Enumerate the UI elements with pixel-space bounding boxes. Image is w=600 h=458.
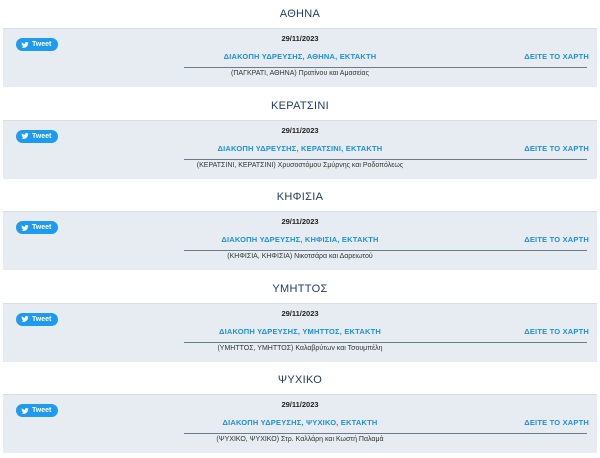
outage-card: Tweet 29/11/2023 ΔΙΑΚΟΠΗ ΥΔΡΕΥΣΗΣ, ΑΘΗΝΑ… — [3, 28, 597, 87]
outage-date: 29/11/2023 — [281, 308, 319, 318]
outage-headline[interactable]: ΔΙΑΚΟΠΗ ΥΔΡΕΥΣΗΣ, ΥΜΗΤΤΟΣ, ΕΚΤΑΚΤΗ — [3, 327, 597, 336]
outage-address: (ΨΥΧΙΚΟ, ΨΥΧΙΚΟ) Στρ. Καλλάρη και Κωστή … — [216, 436, 384, 444]
outage-date: 29/11/2023 — [281, 34, 319, 43]
outage-headline[interactable]: ΔΙΑΚΟΠΗ ΥΔΡΕΥΣΗΣ, ΚΕΡΑΤΣΙΝΙ, ΕΚΤΑΚΤΗ — [3, 144, 597, 153]
see-map-link[interactable]: ΔΕΙΤΕ ΤΟ ΧΑΡΤΗ — [524, 52, 589, 61]
region-keratsini: ΚΕΡΑΤΣΙΝΙ Tweet 29/11/2023 ΔΙΑΚΟΠΗ ΥΔΡΕΥ… — [0, 92, 600, 184]
see-map-link[interactable]: ΔΕΙΤΕ ΤΟ ΧΑΡΤΗ — [524, 418, 589, 427]
see-map-link[interactable]: ΔΕΙΤΕ ΤΟ ΧΑΡΤΗ — [524, 327, 589, 336]
outage-address: (ΚΗΦΙΣΙΑ, ΚΗΦΙΣΙΑ) Νικοτσάρα και Δαρειωτ… — [227, 253, 373, 261]
outage-card: Tweet 29/11/2023 ΔΙΑΚΟΠΗ ΥΔΡΕΥΣΗΣ, ΨΥΧΙΚ… — [3, 394, 597, 454]
region-kifisia: ΚΗΦΙΣΙΑ Tweet 29/11/2023 ΔΙΑΚΟΠΗ ΥΔΡΕΥΣΗ… — [0, 183, 600, 275]
see-map-link[interactable]: ΔΕΙΤΕ ΤΟ ΧΑΡΤΗ — [524, 235, 589, 244]
region-title: ΨΥΧΙΚΟ — [277, 374, 323, 387]
outage-headline[interactable]: ΔΙΑΚΟΠΗ ΥΔΡΕΥΣΗΣ, ΨΥΧΙΚΟ, ΕΚΤΑΚΤΗ — [3, 418, 597, 427]
divider — [184, 250, 587, 252]
divider — [184, 158, 587, 160]
divider — [184, 67, 587, 68]
outage-headline[interactable]: ΔΙΑΚΟΠΗ ΥΔΡΕΥΣΗΣ, ΑΘΗΝΑ, ΕΚΤΑΚΤΗ — [3, 52, 597, 61]
outage-list: ΑΘΗΝΑ Tweet 29/11/2023 ΔΙΑΚΟΠΗ ΥΔΡΕΥΣΗΣ,… — [0, 0, 600, 458]
outage-card: Tweet 29/11/2023 ΔΙΑΚΟΠΗ ΥΔΡΕΥΣΗΣ, ΥΜΗΤΤ… — [3, 302, 597, 362]
outage-card: Tweet 29/11/2023 ΔΙΑΚΟΠΗ ΥΔΡΕΥΣΗΣ, ΚΗΦΙΣ… — [3, 211, 597, 271]
outage-date: 29/11/2023 — [281, 217, 319, 227]
outage-address: (ΥΜΗΤΤΟΣ, ΥΜΗΤΤΟΣ) Καλαβρύτων και Τσουμπ… — [217, 344, 383, 352]
region-title: ΥΜΗΤΤΟΣ — [272, 282, 328, 295]
outage-headline[interactable]: ΔΙΑΚΟΠΗ ΥΔΡΕΥΣΗΣ, ΚΗΦΙΣΙΑ, ΕΚΤΑΚΤΗ — [3, 235, 597, 244]
outage-date: 29/11/2023 — [281, 400, 319, 410]
divider — [184, 433, 587, 435]
region-athina: ΑΘΗΝΑ Tweet 29/11/2023 ΔΙΑΚΟΠΗ ΥΔΡΕΥΣΗΣ,… — [0, 0, 600, 92]
outage-address: (ΠΑΓΚΡΑΤΙ, ΑΘΗΝΑ) Πρατίνου και Αμασείας — [231, 70, 369, 77]
outage-card: Tweet 29/11/2023 ΔΙΑΚΟΠΗ ΥΔΡΕΥΣΗΣ, ΚΕΡΑΤ… — [3, 119, 597, 179]
outage-date: 29/11/2023 — [281, 125, 319, 135]
see-map-link[interactable]: ΔΕΙΤΕ ΤΟ ΧΑΡΤΗ — [524, 144, 589, 153]
region-ymittos: ΥΜΗΤΤΟΣ Tweet 29/11/2023 ΔΙΑΚΟΠΗ ΥΔΡΕΥΣΗ… — [0, 275, 600, 367]
region-title: ΑΘΗΝΑ — [279, 8, 321, 20]
outage-address: (ΚΕΡΑΤΣΙΝΙ, ΚΕΡΑΤΣΙΝΙ) Χρυσοστόμου Σμύρν… — [196, 161, 404, 169]
region-psychiko: ΨΥΧΙΚΟ Tweet 29/11/2023 ΔΙΑΚΟΠΗ ΥΔΡΕΥΣΗΣ… — [0, 366, 600, 458]
region-title: ΚΕΡΑΤΣΙΝΙ — [271, 99, 329, 112]
divider — [184, 341, 587, 343]
region-title: ΚΗΦΙΣΙΑ — [276, 191, 324, 204]
